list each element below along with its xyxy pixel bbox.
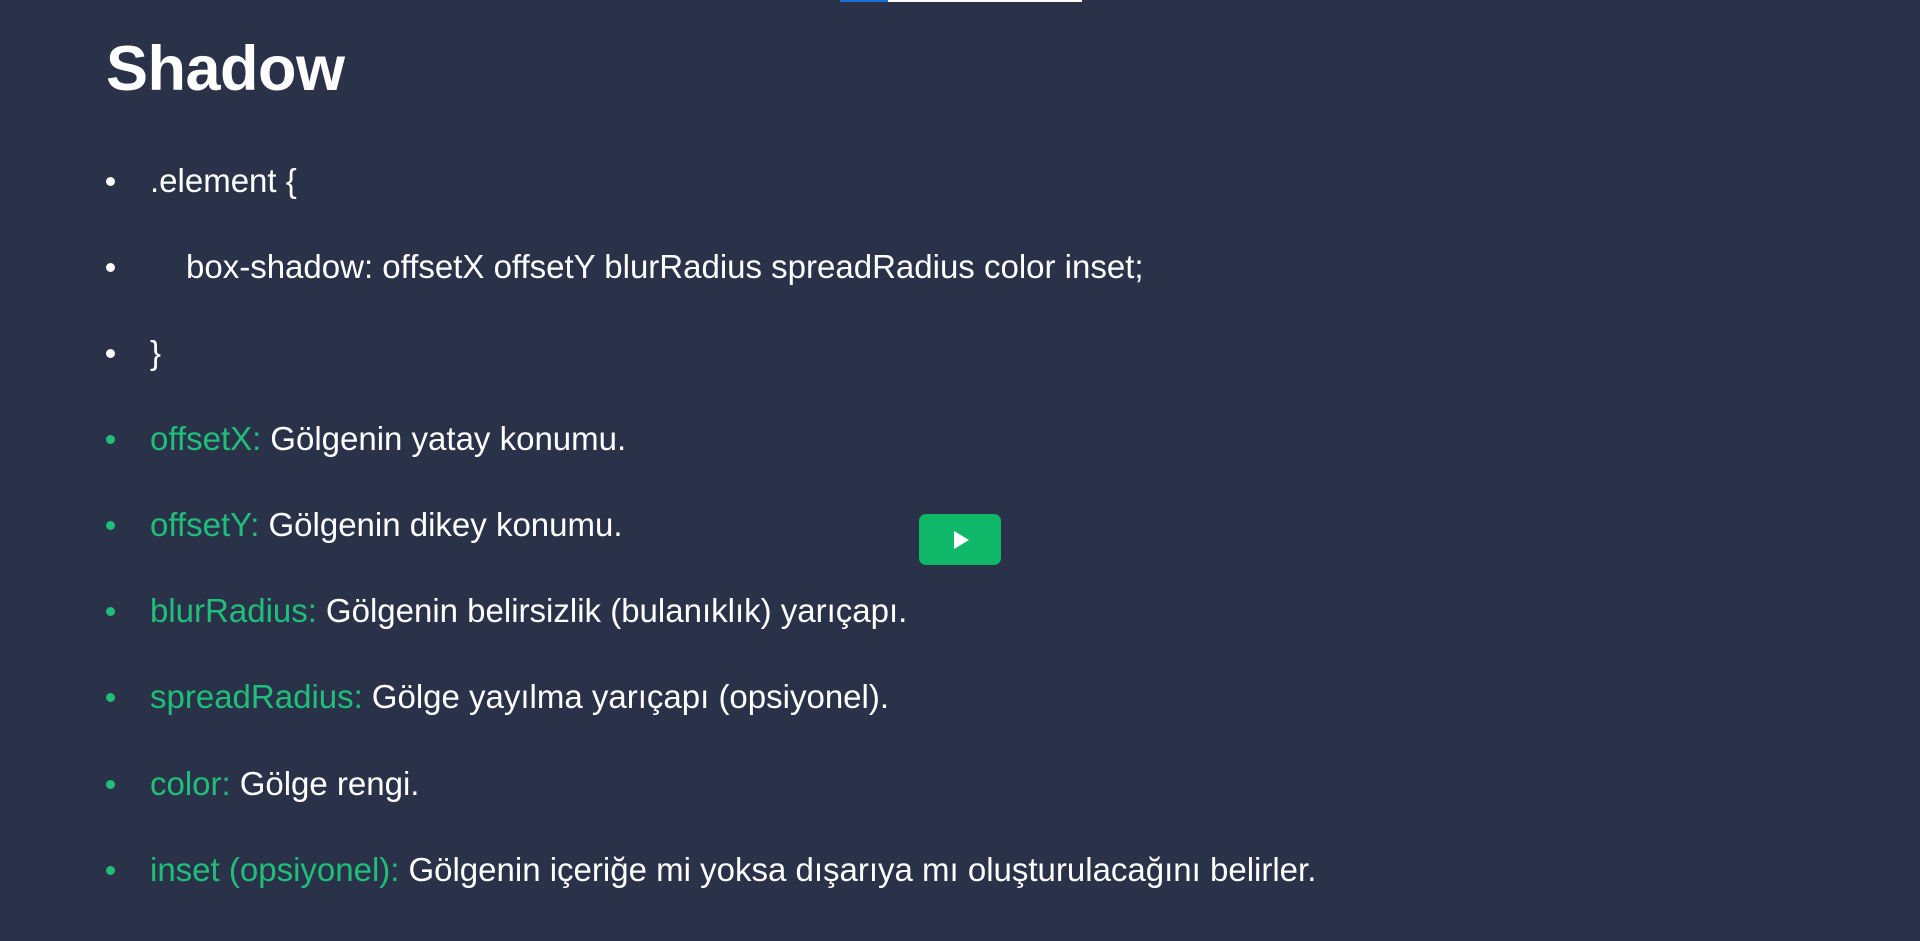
definition-key: color: — [150, 765, 231, 802]
bullet-dot — [106, 176, 115, 186]
code-line-text: box-shadow: offsetX offsetY blurRadius s… — [186, 248, 1144, 285]
definition-text: Gölgenin içeriğe mi yoksa dışarıya mı ol… — [408, 851, 1317, 888]
bullet-dot — [106, 779, 115, 789]
definition-blurradius: blurRadius: Gölgenin belirsizlik (bulanı… — [106, 589, 907, 633]
bullet-dot — [106, 520, 115, 530]
play-button[interactable] — [919, 514, 1001, 565]
definition-key: inset (opsiyonel): — [150, 851, 400, 888]
definition-spreadradius: spreadRadius: Gölge yayılma yarıçapı (op… — [106, 675, 889, 719]
bullet-dot — [106, 606, 115, 616]
definition-text: Gölgenin yatay konumu. — [270, 420, 627, 457]
definition-inset: inset (opsiyonel): Gölgenin içeriğe mi y… — [106, 848, 1316, 892]
code-line-text: .element { — [150, 162, 297, 199]
bullet-dot — [106, 865, 115, 875]
code-line-open: .element { — [106, 159, 297, 203]
definition-color: color: Gölge rengi. — [106, 762, 419, 806]
definition-offsety: offsetY: Gölgenin dikey konumu. — [106, 503, 623, 547]
progress-fill — [840, 0, 889, 2]
bullet-dot — [106, 434, 115, 444]
bullet-dot — [106, 262, 115, 272]
code-line-property: box-shadow: offsetX offsetY blurRadius s… — [106, 245, 1144, 289]
definition-key: offsetY: — [150, 506, 260, 543]
bullet-dot — [106, 348, 115, 358]
definition-text: Gölgenin dikey konumu. — [268, 506, 623, 543]
definition-text: Gölge yayılma yarıçapı (opsiyonel). — [371, 678, 890, 715]
definition-text: Gölgenin belirsizlik (bulanıklık) yarıça… — [325, 592, 908, 629]
bullet-dot — [106, 692, 115, 702]
definition-key: offsetX: — [150, 420, 262, 457]
code-line-close: } — [106, 331, 161, 375]
definition-text: Gölge rengi. — [239, 765, 420, 802]
progress-bar — [840, 0, 1082, 2]
definition-key: blurRadius: — [150, 592, 317, 629]
slide-title: Shadow — [106, 34, 345, 104]
code-line-text: } — [150, 334, 162, 371]
definition-offsetx: offsetX: Gölgenin yatay konumu. — [106, 417, 626, 461]
definition-key: spreadRadius: — [150, 678, 363, 715]
play-icon — [954, 530, 969, 549]
slide: Shadow .element { box-shadow: offsetX of… — [0, 0, 1920, 941]
